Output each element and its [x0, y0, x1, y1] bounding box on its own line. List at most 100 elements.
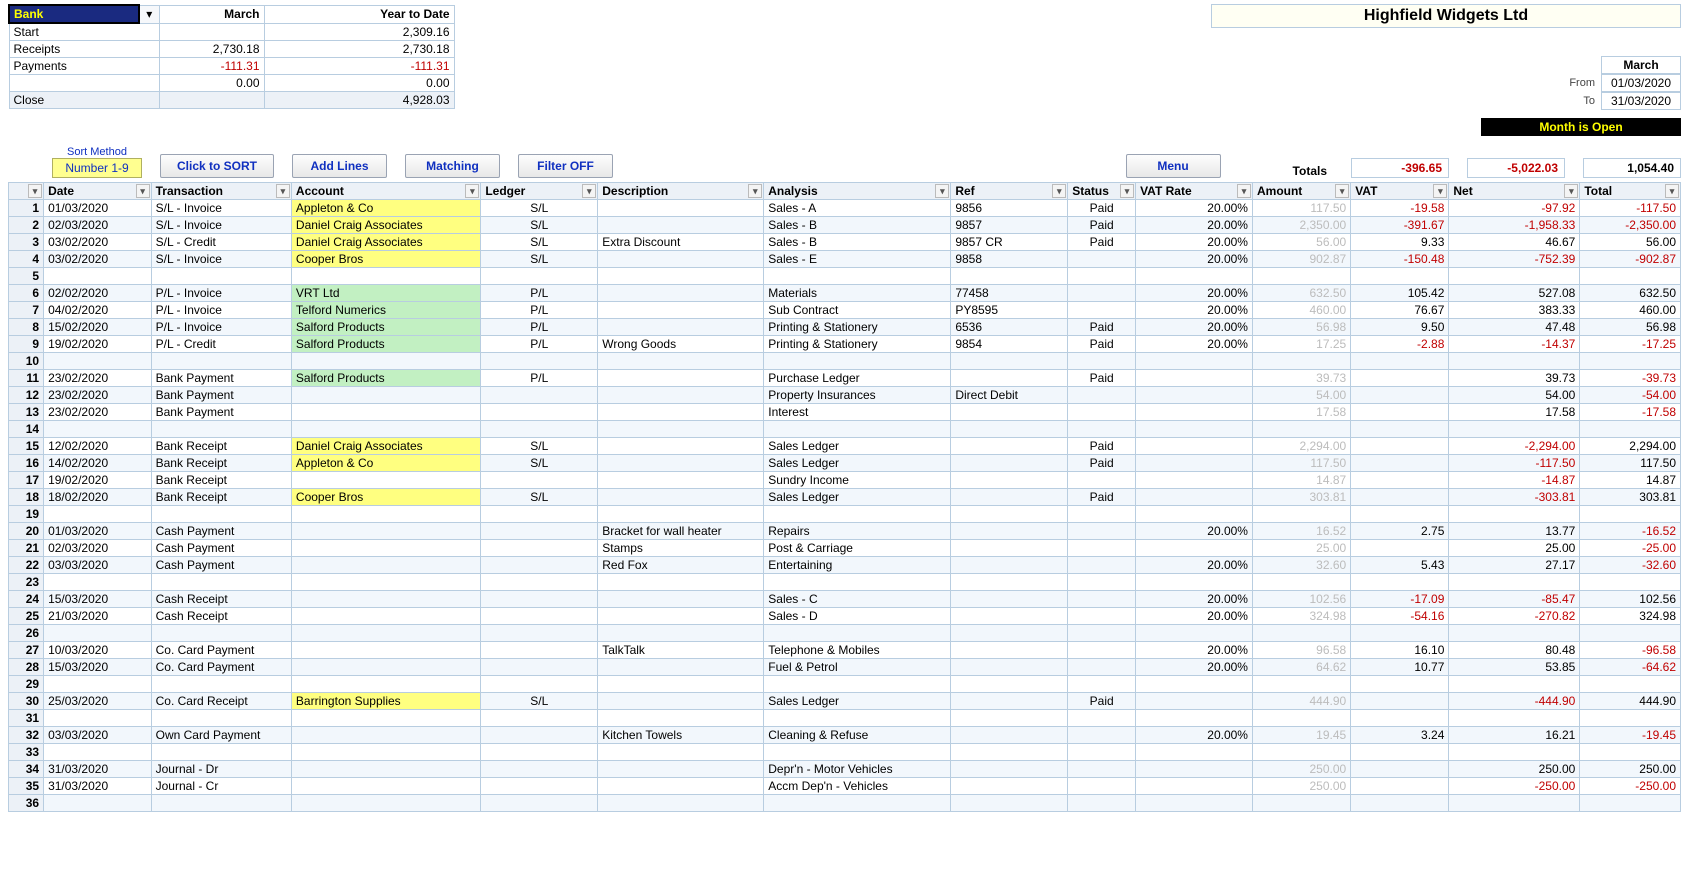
cell-transaction[interactable]	[151, 676, 291, 693]
cell-vat[interactable]: 5.43	[1351, 557, 1449, 574]
row-number[interactable]: 27	[9, 642, 44, 659]
cell-ledger[interactable]: S/L	[481, 693, 598, 710]
row-number[interactable]: 13	[9, 404, 44, 421]
cell-vatrate[interactable]: 20.00%	[1136, 642, 1253, 659]
cell-vat[interactable]	[1351, 438, 1449, 455]
cell-transaction[interactable]: Cash Payment	[151, 523, 291, 540]
table-row[interactable]: 1614/02/2020Bank ReceiptAppleton & CoS/L…	[9, 455, 1681, 472]
cell-account[interactable]	[291, 659, 480, 676]
cell-ref[interactable]	[951, 557, 1068, 574]
cell-description[interactable]	[598, 795, 764, 812]
cell-vat[interactable]	[1351, 795, 1449, 812]
cell-amount[interactable]: 25.00	[1252, 540, 1350, 557]
cell-ref[interactable]: 6536	[951, 319, 1068, 336]
row-number[interactable]: 26	[9, 625, 44, 642]
cell-vat[interactable]	[1351, 710, 1449, 727]
cell-analysis[interactable]: Accm Dep'n - Vehicles	[764, 778, 951, 795]
cell-status[interactable]	[1068, 727, 1136, 744]
filter-icon[interactable]: ▾	[1564, 184, 1578, 198]
cell-description[interactable]: Bracket for wall heater	[598, 523, 764, 540]
cell-amount[interactable]	[1252, 710, 1350, 727]
cell-account[interactable]	[291, 642, 480, 659]
cell-amount[interactable]	[1252, 795, 1350, 812]
cell-date[interactable]: 03/03/2020	[44, 557, 152, 574]
cell-total[interactable]: 2,294.00	[1580, 438, 1681, 455]
cell-amount[interactable]: 117.50	[1252, 455, 1350, 472]
col-date-header[interactable]: Date▾	[44, 183, 152, 200]
table-row[interactable]: 2521/03/2020Cash ReceiptSales - D20.00%3…	[9, 608, 1681, 625]
table-row[interactable]: 1719/02/2020Bank ReceiptSundry Income14.…	[9, 472, 1681, 489]
cell-status[interactable]: Paid	[1068, 370, 1136, 387]
cell-analysis[interactable]: Entertaining	[764, 557, 951, 574]
cell-net[interactable]	[1449, 506, 1580, 523]
cell-analysis[interactable]: Sales Ledger	[764, 693, 951, 710]
cell-amount[interactable]: 460.00	[1252, 302, 1350, 319]
cell-net[interactable]	[1449, 268, 1580, 285]
cell-account[interactable]	[291, 744, 480, 761]
cell-status[interactable]: Paid	[1068, 234, 1136, 251]
cell-description[interactable]	[598, 353, 764, 370]
period-to[interactable]: 31/03/2020	[1601, 92, 1681, 110]
cell-description[interactable]: Extra Discount	[598, 234, 764, 251]
cell-net[interactable]: -14.87	[1449, 472, 1580, 489]
cell-vatrate[interactable]	[1136, 625, 1253, 642]
cell-date[interactable]: 01/03/2020	[44, 200, 152, 217]
cell-total[interactable]	[1580, 574, 1681, 591]
cell-total[interactable]: -54.00	[1580, 387, 1681, 404]
cell-total[interactable]	[1580, 268, 1681, 285]
cell-account[interactable]	[291, 676, 480, 693]
cell-vatrate[interactable]: 20.00%	[1136, 251, 1253, 268]
cell-date[interactable]: 23/02/2020	[44, 370, 152, 387]
cell-transaction[interactable]: Co. Card Payment	[151, 659, 291, 676]
cell-account[interactable]: Cooper Bros	[291, 489, 480, 506]
cell-total[interactable]: 117.50	[1580, 455, 1681, 472]
cell-date[interactable]	[44, 421, 152, 438]
cell-analysis[interactable]: Cleaning & Refuse	[764, 727, 951, 744]
cell-ledger[interactable]	[481, 591, 598, 608]
cell-vat[interactable]: 2.75	[1351, 523, 1449, 540]
cell-analysis[interactable]	[764, 574, 951, 591]
cell-status[interactable]	[1068, 251, 1136, 268]
sort-button[interactable]: Click to SORT	[160, 154, 274, 178]
table-row[interactable]: 919/02/2020P/L - CreditSalford ProductsP…	[9, 336, 1681, 353]
cell-vatrate[interactable]	[1136, 404, 1253, 421]
cell-account[interactable]	[291, 710, 480, 727]
cell-description[interactable]	[598, 506, 764, 523]
cell-date[interactable]: 04/02/2020	[44, 302, 152, 319]
cell-transaction[interactable]: S/L - Invoice	[151, 200, 291, 217]
cell-ledger[interactable]	[481, 268, 598, 285]
cell-net[interactable]	[1449, 744, 1580, 761]
cell-vat[interactable]	[1351, 472, 1449, 489]
row-number[interactable]: 15	[9, 438, 44, 455]
filter-icon[interactable]: ▾	[582, 184, 596, 198]
filter-off-button[interactable]: Filter OFF	[518, 154, 613, 178]
cell-amount[interactable]: 56.98	[1252, 319, 1350, 336]
cell-amount[interactable]: 17.25	[1252, 336, 1350, 353]
cell-transaction[interactable]: Journal - Dr	[151, 761, 291, 778]
cell-net[interactable]: 46.67	[1449, 234, 1580, 251]
cell-status[interactable]: Paid	[1068, 693, 1136, 710]
cell-amount[interactable]: 2,350.00	[1252, 217, 1350, 234]
cell-vatrate[interactable]	[1136, 421, 1253, 438]
row-number[interactable]: 29	[9, 676, 44, 693]
cell-transaction[interactable]: Bank Receipt	[151, 455, 291, 472]
cell-ledger[interactable]: S/L	[481, 234, 598, 251]
table-row[interactable]: 2001/03/2020Cash PaymentBracket for wall…	[9, 523, 1681, 540]
cell-description[interactable]	[598, 625, 764, 642]
cell-vatrate[interactable]: 20.00%	[1136, 302, 1253, 319]
cell-net[interactable]: 13.77	[1449, 523, 1580, 540]
cell-amount[interactable]	[1252, 421, 1350, 438]
cell-vatrate[interactable]: 20.00%	[1136, 608, 1253, 625]
cell-transaction[interactable]	[151, 268, 291, 285]
cell-status[interactable]	[1068, 710, 1136, 727]
cell-description[interactable]	[598, 200, 764, 217]
cell-net[interactable]: 527.08	[1449, 285, 1580, 302]
cell-status[interactable]: Paid	[1068, 489, 1136, 506]
cell-ledger[interactable]	[481, 557, 598, 574]
cell-date[interactable]: 02/02/2020	[44, 285, 152, 302]
cell-transaction[interactable]: Co. Card Receipt	[151, 693, 291, 710]
cell-total[interactable]: 102.56	[1580, 591, 1681, 608]
cell-vatrate[interactable]	[1136, 472, 1253, 489]
cell-date[interactable]: 21/03/2020	[44, 608, 152, 625]
cell-status[interactable]	[1068, 557, 1136, 574]
